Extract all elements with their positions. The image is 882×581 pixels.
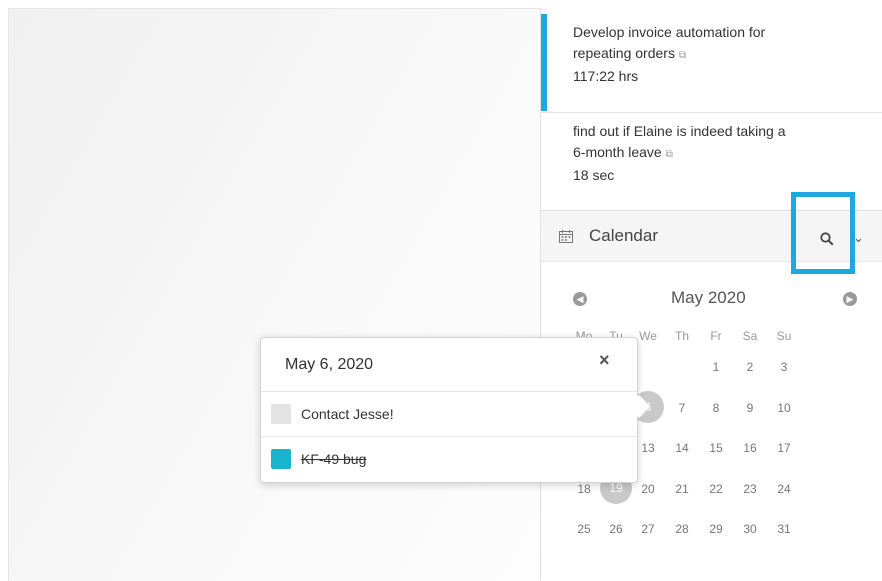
calendar-day[interactable]: 14	[667, 441, 697, 455]
calendar-month-label: May 2020	[671, 288, 746, 307]
calendar-day[interactable]: 31	[769, 522, 799, 536]
task-item[interactable]: find out if Elaine is indeed taking a 6-…	[541, 112, 882, 210]
calendar-day[interactable]: 9	[735, 401, 765, 415]
weekday-label: Fr	[710, 329, 722, 343]
external-link-icon[interactable]: ⧉	[666, 149, 673, 160]
calendar-title: Calendar	[589, 226, 658, 245]
task-item[interactable]: Develop invoice automation for repeating…	[541, 14, 882, 111]
calendar-day[interactable]: 23	[735, 482, 765, 496]
weekday-label: Th	[674, 329, 689, 343]
calendar-day[interactable]: 3	[769, 360, 799, 374]
weekday-label: Su	[776, 329, 792, 343]
calendar-day[interactable]: 2	[735, 360, 765, 374]
task-title-line2: repeating orders	[573, 45, 675, 61]
calendar-day[interactable]: 17	[769, 441, 799, 455]
calendar-day[interactable]: 1	[701, 360, 731, 374]
calendar-day[interactable]: 22	[701, 482, 731, 496]
task-duration: 117:22 hrs	[573, 68, 639, 84]
day-event-popup: May 6, 2020 × Contact Jesse! KF-49 bug	[260, 337, 638, 483]
popup-date: May 6, 2020	[285, 356, 374, 373]
prev-month-icon[interactable]: ◀	[573, 292, 587, 306]
task-title-line1: find out if Elaine is indeed taking a	[573, 123, 786, 139]
calendar-day[interactable]: 8	[701, 401, 731, 415]
weekday-label: Sa	[742, 329, 758, 343]
event-label: KF-49 bug	[301, 451, 367, 467]
calendar-header: Calendar ⌄	[541, 210, 882, 262]
calendar-day[interactable]: 27	[633, 522, 663, 536]
calendar-day[interactable]: 16	[735, 441, 765, 455]
event-color-swatch	[271, 449, 291, 469]
event-label: Contact Jesse!	[301, 406, 394, 422]
calendar-day[interactable]: 18	[569, 482, 599, 496]
event-color-swatch	[271, 404, 291, 424]
next-month-icon[interactable]: ▶	[843, 292, 857, 306]
calendar-day[interactable]: 15	[701, 441, 731, 455]
calendar-icon	[559, 230, 573, 243]
calendar-month-nav: ◀ May 2020 ▶	[541, 288, 882, 312]
main-content-area	[8, 8, 541, 581]
task-title-line1: Develop invoice automation for	[573, 24, 766, 40]
calendar-day[interactable]: 24	[769, 482, 799, 496]
event-item[interactable]: Contact Jesse!	[261, 391, 637, 435]
event-item[interactable]: KF-49 bug	[261, 436, 637, 480]
calendar-day[interactable]: 21	[667, 482, 697, 496]
task-duration: 18 sec	[573, 167, 615, 183]
chevron-down-icon[interactable]: ⌄	[853, 230, 864, 246]
calendar-day[interactable]: 7	[667, 401, 697, 415]
calendar-day[interactable]: 30	[735, 522, 765, 536]
search-icon[interactable]	[820, 232, 834, 246]
calendar-day[interactable]: 25	[569, 522, 599, 536]
calendar-day[interactable]: 20	[633, 482, 663, 496]
close-icon[interactable]: ×	[599, 350, 610, 371]
calendar-day[interactable]: 29	[701, 522, 731, 536]
external-link-icon[interactable]: ⧉	[679, 50, 686, 61]
right-panel: Develop invoice automation for repeating…	[540, 8, 882, 580]
calendar-day[interactable]: 26	[601, 522, 631, 536]
calendar-day[interactable]: 10	[769, 401, 799, 415]
task-title-line2: 6-month leave	[573, 144, 662, 160]
calendar-day[interactable]: 28	[667, 522, 697, 536]
